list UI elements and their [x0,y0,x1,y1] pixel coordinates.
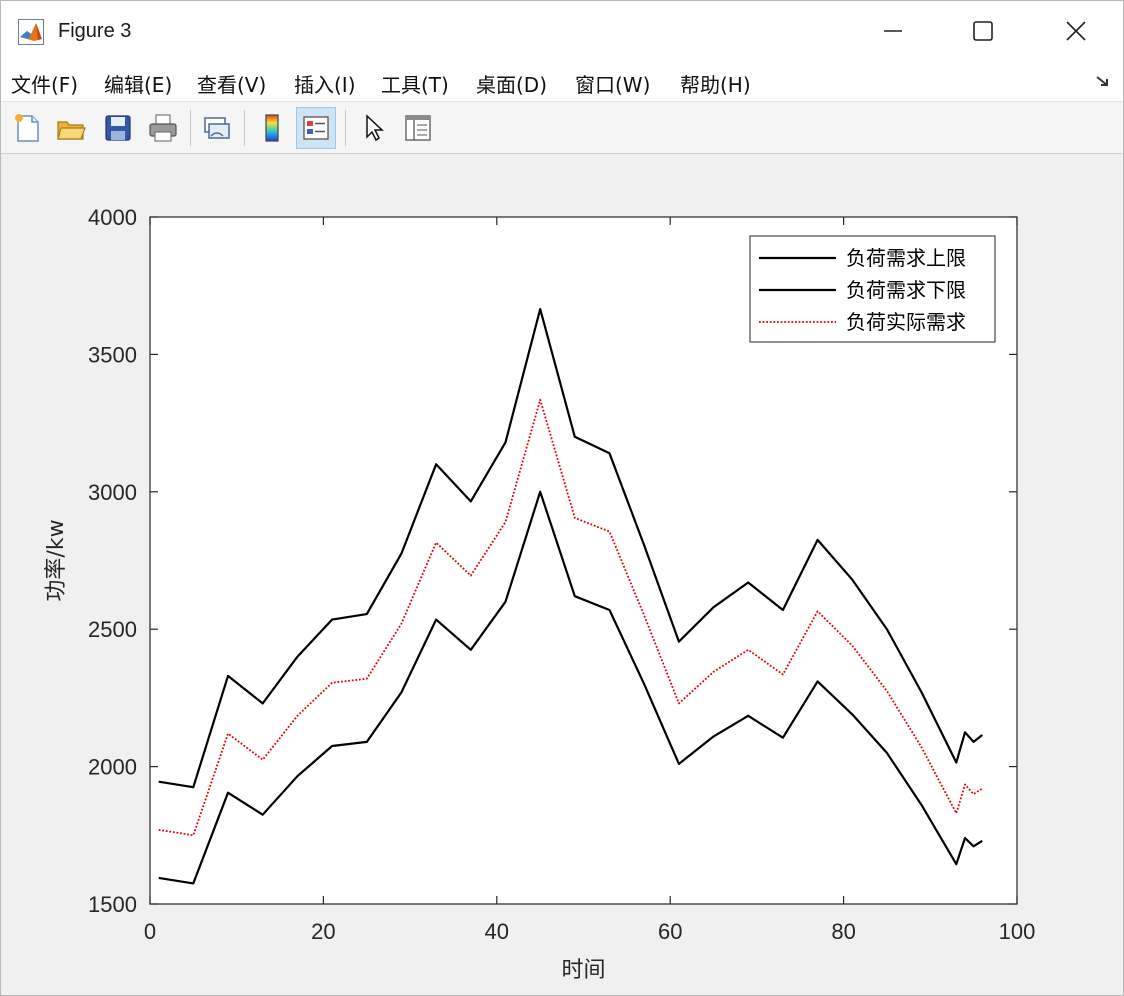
toolbar-separator [190,110,191,146]
menu-insert[interactable]: 插入(I) [294,69,356,98]
menu-window[interactable]: 窗口(W) [575,69,650,98]
new-figure-icon [15,114,39,142]
menu-help[interactable]: 帮助(H) [680,69,751,98]
x-tick-label: 40 [485,919,509,944]
figure-canvas[interactable]: 0 20 40 60 80 100 1500 2000 2500 3000 3500 4000 时间 功率… [1,154,1123,995]
x-tick-label: 80 [831,919,855,944]
x-tick-label: 0 [144,919,156,944]
save-icon [105,115,131,141]
matlab-logo-icon [18,19,44,45]
x-axis-label: 时间 [561,958,605,983]
maximize-icon [973,21,993,41]
link-plot-icon [204,117,230,139]
y-tick-label: 2000 [88,755,137,780]
figure-window: Figure 3 文件(F) 编辑(E) 查看(V) 插入(I) 工具(T) 桌… [0,0,1124,996]
menu-edit[interactable]: 编辑(E) [104,69,172,98]
maximize-button[interactable] [937,1,1029,61]
legend-label-0: 负荷需求上限 [846,246,966,270]
title-bar[interactable]: Figure 3 [1,1,1123,61]
open-file-button[interactable] [51,107,91,149]
minimize-button[interactable] [847,1,939,61]
y-tick-label: 3500 [88,342,137,367]
legend-label-2: 负荷实际需求 [846,310,966,334]
x-tick-label: 100 [999,919,1036,944]
link-plot-button[interactable] [197,107,237,149]
y-tick-label: 2500 [88,617,137,642]
pointer-icon [366,114,384,142]
print-button[interactable] [143,107,183,149]
insert-colorbar-button[interactable] [252,107,292,149]
open-file-icon [57,121,86,140]
x-tick-label: 60 [658,919,682,944]
line-chart[interactable]: 0 20 40 60 80 100 1500 2000 2500 3000 3500 4000 时间 功率… [1,154,1123,995]
dock-arrow-icon[interactable] [1095,73,1111,89]
menu-bar: 文件(F) 编辑(E) 查看(V) 插入(I) 工具(T) 桌面(D) 窗口(W… [1,61,1123,102]
close-button[interactable] [1030,1,1122,61]
property-inspector-button[interactable] [398,107,438,149]
x-tick-label: 20 [311,919,335,944]
minimize-icon [884,30,902,32]
menu-file[interactable]: 文件(F) [11,69,78,98]
y-tick-label: 4000 [88,205,137,230]
new-figure-button[interactable] [7,107,47,149]
toolbar-separator [244,110,245,146]
edit-plot-button[interactable] [354,107,394,149]
window-title: Figure 3 [58,20,132,42]
menu-desktop[interactable]: 桌面(D) [476,69,547,98]
y-tick-label: 1500 [88,892,137,917]
toolbar [1,102,1123,154]
insert-legend-button[interactable] [296,107,336,149]
save-button[interactable] [98,107,138,149]
y-tick-label: 3000 [88,480,137,505]
toolbar-separator [345,110,346,146]
property-inspector-icon [405,115,431,141]
print-icon [149,114,177,142]
legend-icon [303,116,329,140]
colorbar-icon [265,114,279,142]
y-axis-label: 功率/kw [44,519,69,601]
menu-view[interactable]: 查看(V) [197,69,266,98]
close-icon [1066,21,1086,41]
menu-tools[interactable]: 工具(T) [381,69,449,98]
legend-label-1: 负荷需求下限 [846,278,966,302]
